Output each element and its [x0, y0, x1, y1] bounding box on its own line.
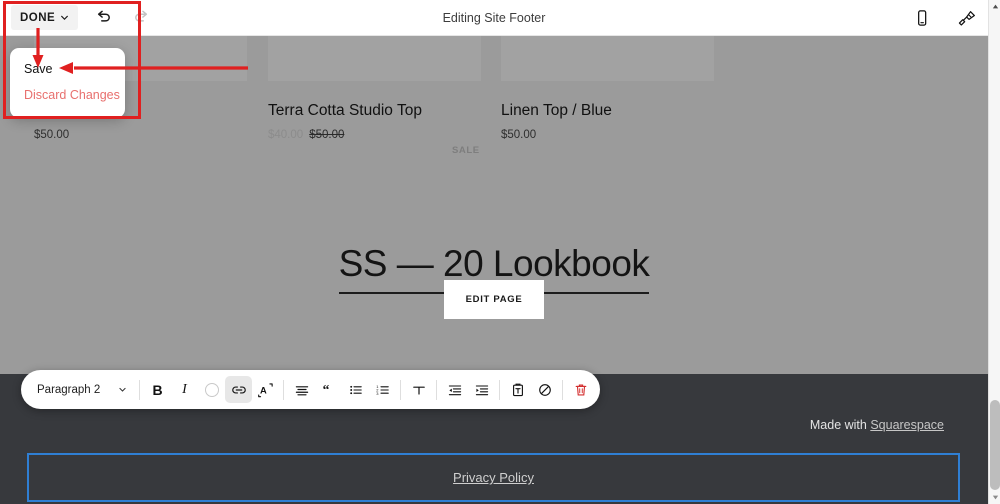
paragraph-style-value: Paragraph 2: [37, 383, 101, 396]
redo-button[interactable]: [128, 5, 154, 31]
bullet-list-icon: [349, 385, 362, 394]
menu-item-discard-changes[interactable]: Discard Changes: [10, 82, 125, 108]
selected-text-block[interactable]: Privacy Policy: [27, 453, 960, 502]
caret-down-icon: [992, 495, 998, 500]
svg-text:A: A: [260, 386, 267, 396]
site-preview-canvas[interactable]: Lisa Shirt $50.00 Terra Cotta Studio Top…: [0, 36, 988, 504]
product-price: $50.00: [34, 129, 70, 141]
numbered-list-button[interactable]: 1 2 3: [369, 376, 396, 403]
svg-text:“: “: [322, 382, 329, 397]
chevron-down-icon: [61, 15, 69, 20]
product-sale-price: $40.00: [268, 129, 304, 141]
product-grid: Lisa Shirt $50.00 Terra Cotta Studio Top…: [0, 36, 988, 161]
color-swatch-icon: [204, 382, 219, 397]
product-price: $50.00: [501, 129, 537, 141]
menu-item-save[interactable]: Save: [10, 56, 125, 82]
link-icon: [231, 385, 246, 394]
text-color-button[interactable]: [198, 376, 225, 403]
align-button[interactable]: [288, 376, 315, 403]
outdent-button[interactable]: [441, 376, 468, 403]
trash-icon: [575, 383, 586, 396]
indent-button[interactable]: [468, 376, 495, 403]
bullet-list-button[interactable]: [342, 376, 369, 403]
product-image: [268, 36, 481, 81]
scroll-down-arrow-icon[interactable]: [989, 491, 1000, 504]
redo-arrow-icon: [134, 10, 147, 22]
editor-top-bar: DONE Editing Site Footer: [0, 0, 988, 36]
product-title: Terra Cotta Studio Top: [268, 102, 422, 119]
undo-arrow-icon: [97, 10, 110, 22]
lookbook-section: SS — 20 Lookbook EDIT PAGE: [0, 243, 988, 319]
toolbar-divider: [400, 379, 401, 400]
toolbar-divider: [499, 379, 500, 400]
paste-as-text-button[interactable]: [504, 376, 531, 403]
caret-up-icon: [992, 4, 998, 9]
product-card[interactable]: Terra Cotta Studio Top $40.00 $50.00 SAL…: [268, 36, 481, 156]
delete-button[interactable]: [567, 376, 594, 403]
quote-icon: “: [322, 382, 329, 397]
undo-button[interactable]: [90, 5, 116, 31]
clipboard-text-icon: [512, 383, 523, 396]
align-center-icon: [295, 385, 308, 395]
product-title: Linen Top / Blue: [501, 102, 612, 119]
no-entry-icon: [538, 383, 551, 396]
editor-root: Lisa Shirt $50.00 Terra Cotta Studio Top…: [0, 0, 1000, 504]
toolbar-divider: [139, 379, 140, 400]
done-button[interactable]: DONE: [11, 5, 79, 30]
privacy-policy-link[interactable]: Privacy Policy: [453, 470, 534, 485]
squarespace-link[interactable]: Squarespace: [870, 418, 944, 432]
product-price-row: $50.00: [34, 129, 247, 141]
done-dropdown-menu[interactable]: Save Discard Changes: [10, 48, 125, 118]
italic-button[interactable]: I: [171, 376, 198, 403]
outdent-icon: [448, 384, 461, 395]
done-label: DONE: [20, 11, 56, 24]
mobile-preview-button[interactable]: [910, 6, 934, 30]
scrollbar-thumb[interactable]: [990, 400, 1000, 490]
horizontal-rule-icon: [412, 386, 425, 395]
clear-formatting-button[interactable]: [531, 376, 558, 403]
horizontal-rule-button[interactable]: [405, 376, 432, 403]
product-price-row: $50.00: [501, 129, 714, 141]
mobile-device-icon: [918, 10, 927, 26]
numbered-list-icon: 1 2 3: [376, 383, 389, 395]
paintbrush-icon: [958, 10, 975, 26]
made-with-prefix: Made with: [809, 418, 871, 432]
edit-page-button[interactable]: EDIT PAGE: [444, 279, 544, 319]
sale-badge: SALE: [452, 145, 480, 156]
svg-text:3: 3: [376, 390, 379, 395]
superscript-a-icon: A: [258, 383, 273, 398]
page-scrollbar[interactable]: [988, 0, 1000, 504]
made-with-text: Made with Squarespace: [810, 418, 944, 432]
paragraph-style-select[interactable]: Paragraph 2: [27, 376, 135, 403]
indent-icon: [475, 384, 488, 395]
chevron-down-icon: [119, 387, 126, 392]
style-editor-button[interactable]: [954, 6, 978, 30]
product-card[interactable]: Linen Top / Blue $50.00: [501, 36, 714, 141]
bold-button[interactable]: B: [144, 376, 171, 403]
superscript-button[interactable]: A: [252, 376, 279, 403]
product-original-price: $50.00: [309, 129, 345, 141]
scroll-up-arrow-icon[interactable]: [989, 0, 1000, 13]
text-formatting-toolbar[interactable]: Paragraph 2 B I A “ 1 2 3: [21, 370, 600, 409]
blockquote-button[interactable]: “: [315, 376, 342, 403]
product-price-row: $40.00 $50.00: [268, 129, 481, 141]
toolbar-divider: [283, 379, 284, 400]
product-image: [501, 36, 714, 81]
top-bar-actions: [910, 0, 978, 36]
toolbar-divider: [436, 379, 437, 400]
link-button[interactable]: [225, 376, 252, 403]
toolbar-divider: [562, 379, 563, 400]
